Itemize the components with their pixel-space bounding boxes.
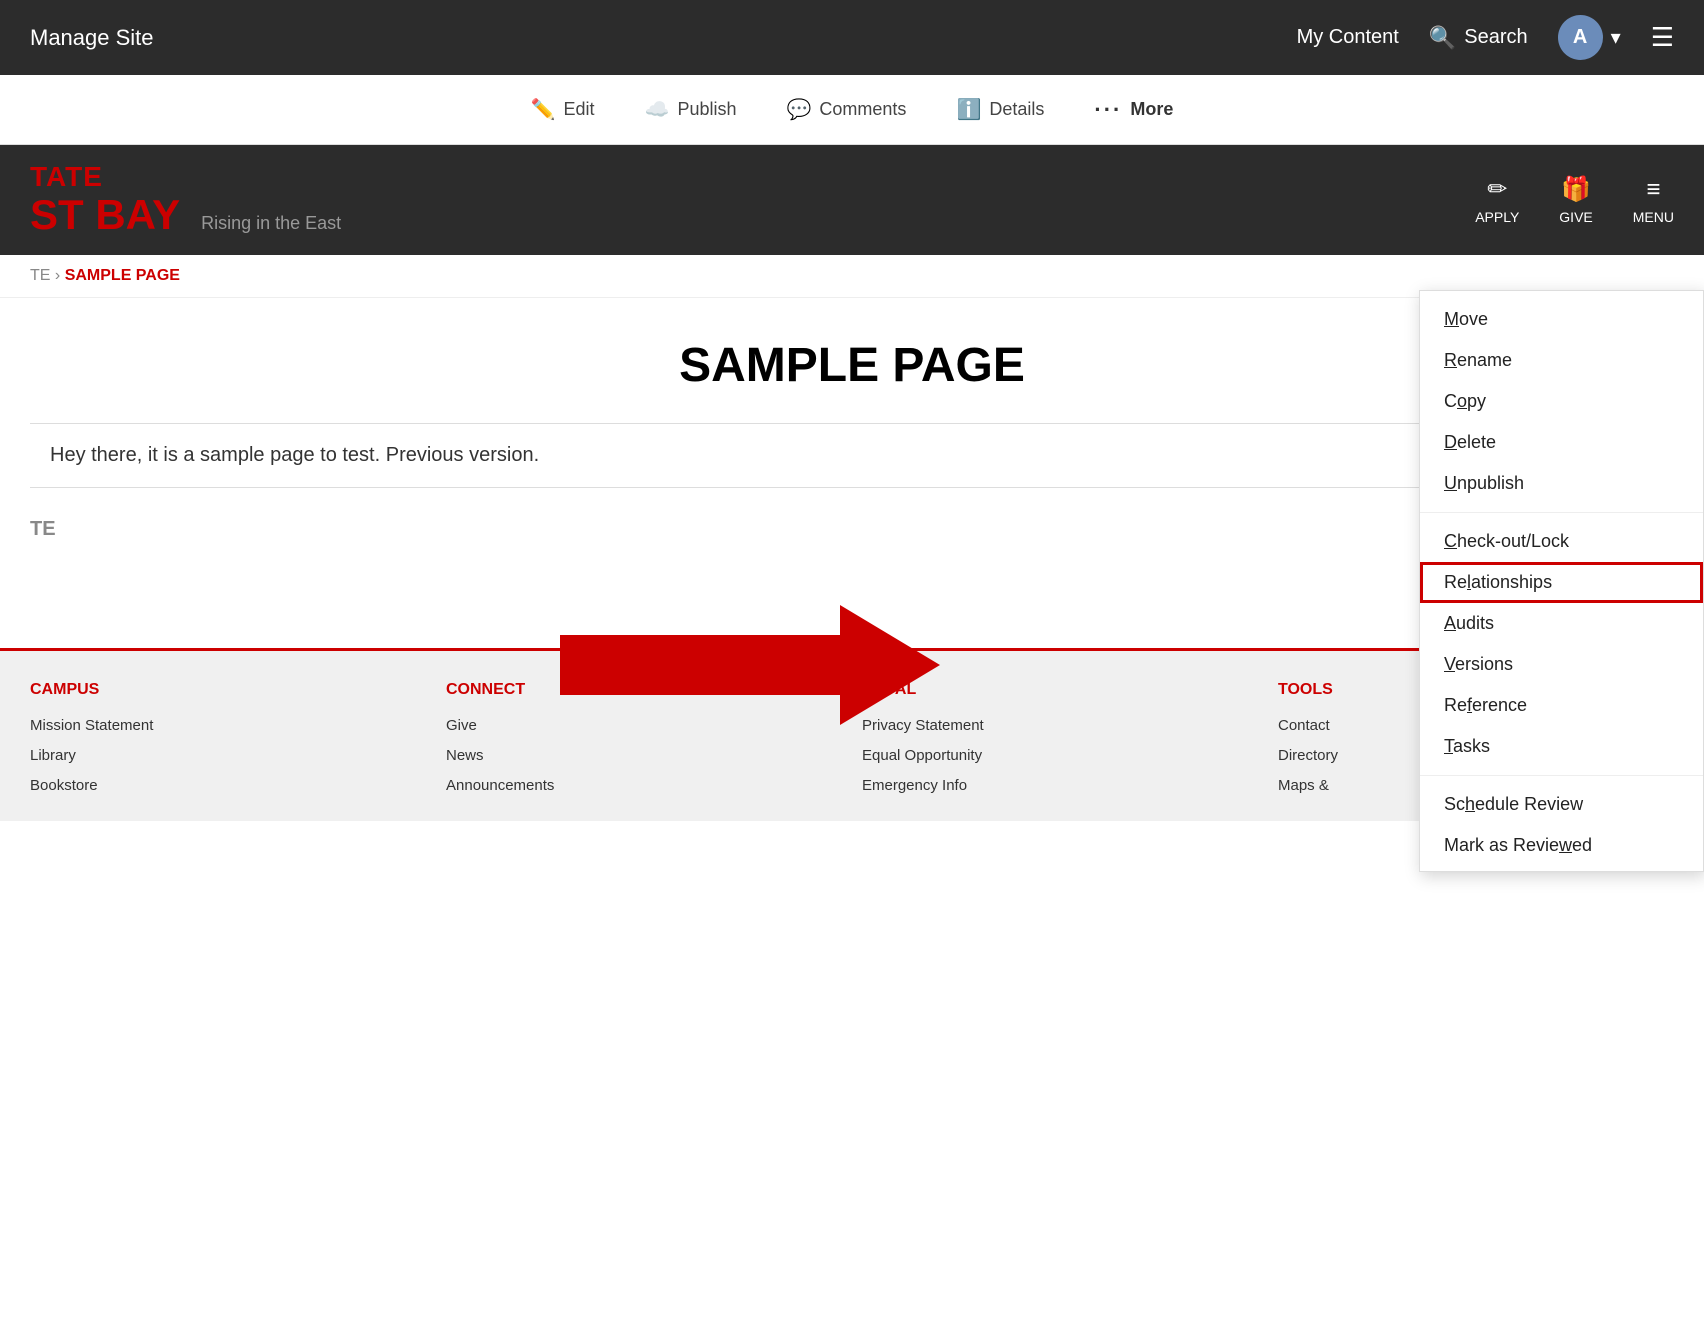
main-content-area: TATE ST BAY Rising in the East ✏ APPLY 🎁… [0,145,1704,821]
my-content-button[interactable]: My Content [1297,26,1399,49]
dropdown-versions[interactable]: Versions [1420,644,1703,685]
footer-link-give[interactable]: Give [446,711,842,741]
give-button[interactable]: 🎁 GIVE [1559,175,1592,225]
footer-col-legal: LEGAL Privacy Statement Equal Opportunit… [862,681,1258,801]
details-icon: ℹ️ [956,97,981,122]
user-avatar-area[interactable]: A ▾ [1558,15,1621,60]
apply-button[interactable]: ✏ APPLY [1475,175,1519,225]
dropdown-reference[interactable]: Reference [1420,685,1703,726]
dropdown-section-3: Schedule Review Mark as Reviewed [1420,776,1703,871]
breadcrumb-current[interactable]: SAMPLE PAGE [65,267,180,284]
apply-label: APPLY [1475,209,1519,225]
dropdown-schedule-review[interactable]: Schedule Review [1420,784,1703,825]
footer-campus-title: CAMPUS [30,681,426,699]
search-icon: 🔍 [1429,25,1456,51]
page-toolbar: ✏️ Edit ☁️ Publish 💬 Comments ℹ️ Details… [0,75,1704,145]
footer-link-bookstore[interactable]: Bookstore [30,771,426,801]
details-label: Details [989,99,1044,120]
dropdown-scroll-area: Move Rename Copy Delete Unpublish Check-… [1420,291,1703,871]
university-header: TATE ST BAY Rising in the East ✏ APPLY 🎁… [0,145,1704,255]
dropdown-audits[interactable]: Audits [1420,603,1703,644]
footer-link-mission[interactable]: Mission Statement [30,711,426,741]
footer-link-privacy[interactable]: Privacy Statement [862,711,1258,741]
footer-link-announcements[interactable]: Announcements [446,771,842,801]
footer-link-equal-opportunity[interactable]: Equal Opportunity [862,741,1258,771]
dropdown-section-2: Check-out/Lock Relationships Audits Vers… [1420,513,1703,776]
dropdown-checkout-lock[interactable]: Check-out/Lock [1420,521,1703,562]
logo-red-text: ST BAY [30,191,191,238]
footer-link-news[interactable]: News [446,741,842,771]
dropdown-unpublish[interactable]: Unpublish [1420,463,1703,504]
menu-label: MENU [1633,209,1674,225]
avatar[interactable]: A [1558,15,1603,60]
nav-right: My Content 🔍 Search A ▾ ☰ [1297,15,1674,60]
footer-link-library[interactable]: Library [30,741,426,771]
menu-button[interactable]: ≡ MENU [1633,176,1674,225]
dropdown-copy[interactable]: Copy [1420,381,1703,422]
chevron-down-icon: ▾ [1611,25,1621,50]
top-navigation: Manage Site My Content 🔍 Search A ▾ ☰ [0,0,1704,75]
edit-label: Edit [564,99,595,120]
footer-col-campus: CAMPUS Mission Statement Library Booksto… [30,681,426,801]
breadcrumb-site: TE [30,267,50,284]
comments-button[interactable]: 💬 Comments [787,97,907,122]
footer-col-connect: CONNECT Give News Announcements [446,681,842,801]
more-dots-icon: ··· [1094,97,1122,123]
publish-button[interactable]: ☁️ Publish [645,97,737,122]
publish-icon: ☁️ [645,97,670,122]
my-content-label: My Content [1297,26,1399,49]
dropdown-tasks[interactable]: Tasks [1420,726,1703,767]
dropdown-move[interactable]: Move [1420,299,1703,340]
breadcrumb-separator: › [55,267,65,284]
apply-icon: ✏ [1487,175,1507,204]
more-button[interactable]: ··· More [1094,97,1173,123]
logo-top-text: TATE [30,162,341,193]
publish-label: Publish [677,99,736,120]
site-title: Manage Site [30,25,154,51]
more-label: More [1130,99,1173,120]
university-logo: TATE ST BAY Rising in the East [30,162,341,239]
dropdown-delete[interactable]: Delete [1420,422,1703,463]
search-button[interactable]: 🔍 Search [1429,25,1528,51]
dropdown-relationships[interactable]: Relationships [1420,562,1703,603]
dropdown-mark-reviewed[interactable]: Mark as Reviewed [1420,825,1703,866]
hamburger-menu-icon[interactable]: ☰ [1651,22,1674,53]
details-button[interactable]: ℹ️ Details [956,97,1044,122]
uni-header-nav: ✏ APPLY 🎁 GIVE ≡ MENU [1475,175,1674,225]
edit-button[interactable]: ✏️ Edit [531,97,595,122]
dropdown-rename[interactable]: Rename [1420,340,1703,381]
more-dropdown-menu: Move Rename Copy Delete Unpublish Check-… [1419,290,1704,872]
give-icon: 🎁 [1561,175,1591,204]
menu-icon: ≡ [1646,176,1660,204]
footer-connect-title: CONNECT [446,681,842,699]
search-label: Search [1464,26,1527,49]
uni-tagline: Rising in the East [201,213,341,233]
dropdown-section-1: Move Rename Copy Delete Unpublish [1420,291,1703,513]
footer-link-emergency[interactable]: Emergency Info [862,771,1258,801]
footer-legal-title: LEGAL [862,681,1258,699]
comments-label: Comments [819,99,906,120]
comments-icon: 💬 [787,97,812,122]
edit-icon: ✏️ [531,97,556,122]
give-label: GIVE [1559,209,1592,225]
